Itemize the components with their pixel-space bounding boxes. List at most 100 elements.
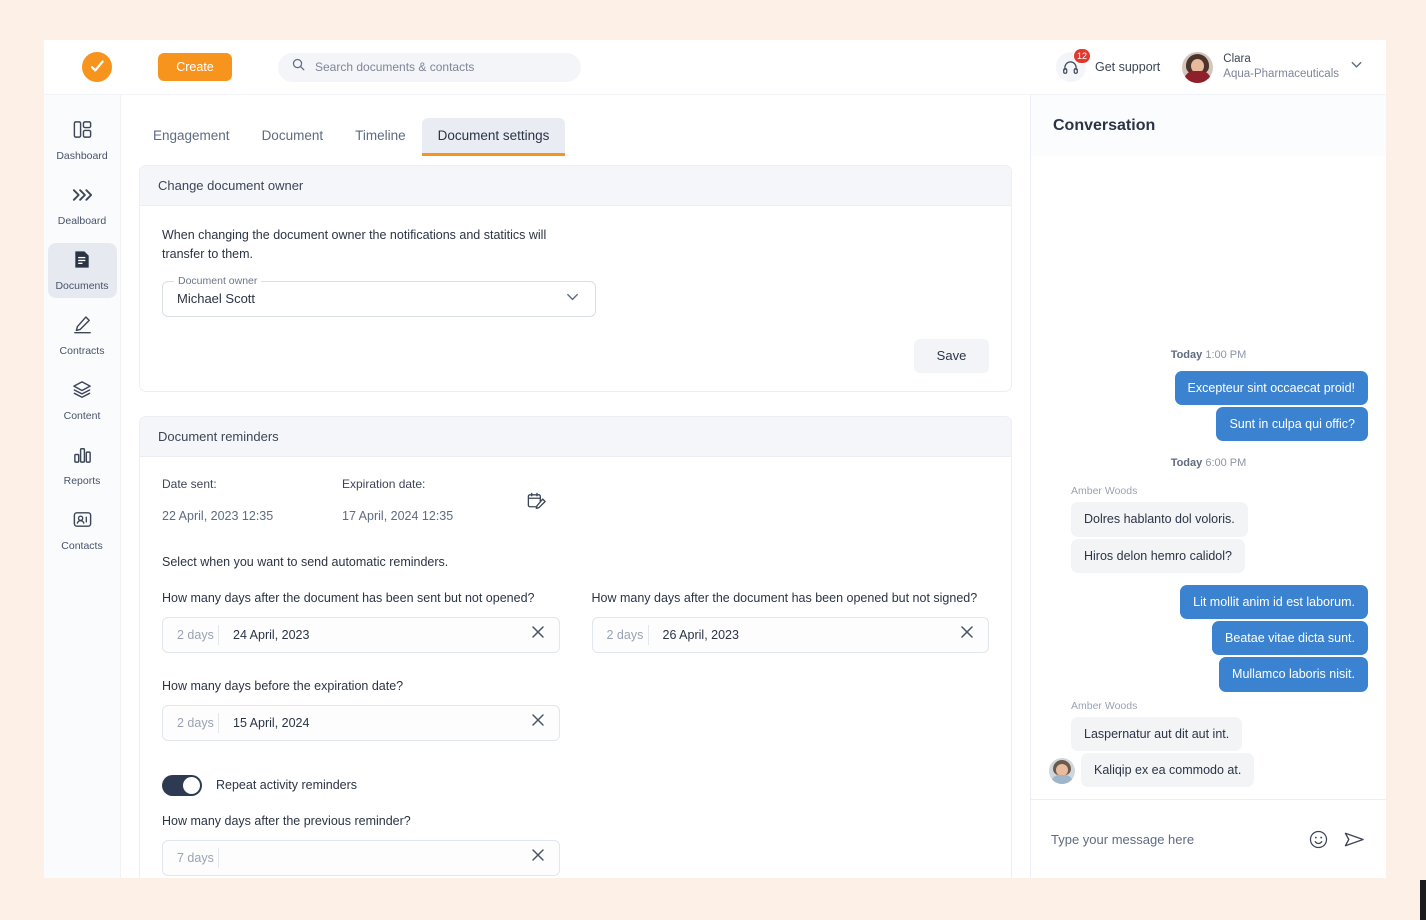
reminder-input-before-expiration[interactable]: 2 days 15 April, 2024 bbox=[162, 705, 560, 741]
document-icon bbox=[72, 249, 92, 275]
sidebar-item-contacts[interactable]: Contacts bbox=[48, 503, 117, 558]
message-row: Excepteur sint occaecat proid! bbox=[1049, 371, 1368, 405]
sidebar-item-label: Dashboard bbox=[56, 150, 107, 162]
message-row: Laspernatur aut dit aut int. bbox=[1049, 717, 1368, 751]
check-shield-logo[interactable] bbox=[82, 52, 112, 82]
message-bubble: Hiros delon hemro calidol? bbox=[1071, 539, 1245, 573]
question-label: How many days after the document has bee… bbox=[592, 591, 990, 605]
user-name: Clara bbox=[1223, 52, 1339, 67]
settings-scroll-area: Change document owner When changing the … bbox=[121, 156, 1030, 878]
message-bubble: Sunt in culpa qui offic? bbox=[1216, 407, 1368, 441]
question-label: How many days after the document has bee… bbox=[162, 591, 560, 605]
search-placeholder: Search documents & contacts bbox=[315, 60, 474, 74]
contact-card-icon bbox=[72, 509, 93, 535]
reminder-date-value: 15 April, 2024 bbox=[219, 716, 309, 730]
tab-document[interactable]: Document bbox=[246, 118, 340, 156]
reminder-input-after-previous[interactable]: 7 days bbox=[162, 840, 560, 876]
close-icon[interactable] bbox=[958, 623, 976, 646]
reminders-note: Select when you want to send automatic r… bbox=[162, 555, 989, 569]
reminder-input-opened-not-signed[interactable]: 2 days 26 April, 2023 bbox=[592, 617, 990, 653]
change-document-owner-card: Change document owner When changing the … bbox=[139, 165, 1012, 392]
message-row: Mullamco laboris nisit. bbox=[1049, 657, 1368, 691]
message-row: Hiros delon hemro calidol? bbox=[1049, 539, 1368, 573]
user-organization: Aqua-Pharmaceuticals bbox=[1223, 67, 1339, 82]
smiley-icon[interactable] bbox=[1308, 829, 1329, 850]
conversation-messages: Today 1:00 PM Excepteur sint occaecat pr… bbox=[1031, 156, 1386, 800]
document-owner-value: Michael Scott bbox=[177, 291, 255, 306]
send-icon[interactable] bbox=[1343, 829, 1366, 850]
search-icon bbox=[292, 58, 305, 76]
conversation-panel: Conversation Today 1:00 PM Excepteur sin… bbox=[1030, 95, 1386, 878]
message-timestamp: Today 6:00 PM bbox=[1049, 457, 1368, 469]
get-support-button[interactable]: 12 Get support bbox=[1056, 52, 1160, 82]
reminder-question-opened-not-signed: How many days after the document has bee… bbox=[592, 591, 990, 653]
conversation-title: Conversation bbox=[1053, 117, 1155, 135]
sidebar-item-dashboard[interactable]: Dashboard bbox=[48, 113, 117, 168]
message-row: Kaliqip ex ea commodo at. bbox=[1049, 753, 1368, 787]
calendar-edit-icon[interactable] bbox=[526, 491, 547, 517]
close-icon[interactable] bbox=[529, 846, 547, 869]
reminder-question-sent-not-opened: How many days after the document has bee… bbox=[162, 591, 560, 653]
card-title: Change document owner bbox=[140, 166, 1011, 206]
message-bubble: Excepteur sint occaecat proid! bbox=[1175, 371, 1368, 405]
message-row: Lit mollit anim id est laborum. bbox=[1049, 585, 1368, 619]
message-row: Beatae vitae dicta sunt. bbox=[1049, 621, 1368, 655]
sidebar-item-contracts[interactable]: Contracts bbox=[48, 308, 117, 363]
message-bubble: Dolres hablanto dol voloris. bbox=[1071, 502, 1248, 536]
dashboard-icon bbox=[72, 119, 93, 145]
sidebar-item-label: Documents bbox=[55, 280, 108, 292]
message-row: Dolres hablanto dol voloris. bbox=[1049, 502, 1368, 536]
expiration-date-label: Expiration date: bbox=[342, 477, 522, 491]
conversation-header: Conversation bbox=[1031, 95, 1386, 156]
screen-edge-artifact bbox=[1420, 880, 1426, 920]
get-support-label: Get support bbox=[1095, 60, 1160, 74]
pen-signature-icon bbox=[72, 314, 93, 340]
date-sent-value: 22 April, 2023 12:35 bbox=[162, 509, 342, 523]
close-icon[interactable] bbox=[529, 711, 547, 734]
expiration-date-block: Expiration date: 17 April, 2024 12:35 bbox=[342, 477, 522, 523]
app-window: Create Search documents & contacts 12 bbox=[44, 40, 1386, 878]
layers-icon bbox=[71, 379, 93, 405]
timestamp-day: Today bbox=[1171, 457, 1203, 469]
owner-description: When changing the document owner the not… bbox=[162, 226, 562, 265]
expiration-date-value: 17 April, 2024 12:35 bbox=[342, 509, 522, 523]
reminder-questions-grid: How many days after the document has bee… bbox=[162, 591, 989, 741]
document-reminders-card: Document reminders Date sent: 22 April, … bbox=[139, 416, 1012, 878]
chevrons-right-icon bbox=[71, 185, 94, 210]
support-badge: 12 bbox=[1073, 48, 1091, 64]
sidebar-item-label: Contracts bbox=[60, 345, 105, 357]
sidebar-item-documents[interactable]: Documents bbox=[48, 243, 117, 298]
days-prefix: 2 days bbox=[593, 625, 649, 645]
close-icon[interactable] bbox=[529, 623, 547, 646]
user-menu[interactable]: Clara Aqua-Pharmaceuticals bbox=[1182, 52, 1364, 83]
create-button[interactable]: Create bbox=[158, 53, 232, 81]
header-right-cluster: 12 Get support Clara Aqua-Pharmaceutical… bbox=[1056, 52, 1364, 83]
avatar bbox=[1182, 52, 1213, 83]
timestamp-time: 1:00 PM bbox=[1205, 349, 1246, 361]
days-prefix: 2 days bbox=[163, 713, 219, 733]
search-input[interactable]: Search documents & contacts bbox=[278, 53, 581, 82]
sidebar-item-reports[interactable]: Reports bbox=[48, 438, 117, 493]
reminder-input-sent-not-opened[interactable]: 2 days 24 April, 2023 bbox=[162, 617, 560, 653]
sidebar-item-label: Content bbox=[64, 410, 101, 422]
save-button[interactable]: Save bbox=[914, 339, 989, 373]
question-label: How many days after the previous reminde… bbox=[162, 814, 560, 828]
message-input[interactable]: Type your message here bbox=[1051, 832, 1294, 847]
sidebar-item-dealboard[interactable]: Dealboard bbox=[48, 178, 117, 233]
date-sent-label: Date sent: bbox=[162, 477, 342, 491]
tab-engagement[interactable]: Engagement bbox=[137, 118, 246, 156]
tab-document-settings[interactable]: Document settings bbox=[422, 118, 566, 156]
document-owner-select[interactable]: Document owner Michael Scott bbox=[162, 281, 596, 317]
tab-timeline[interactable]: Timeline bbox=[339, 118, 422, 156]
chevron-down-icon[interactable] bbox=[1349, 57, 1364, 77]
reminder-date-value: 24 April, 2023 bbox=[219, 628, 309, 642]
message-sender: Amber Woods bbox=[1071, 485, 1368, 497]
sidebar-item-label: Dealboard bbox=[58, 215, 106, 227]
tab-bar: Engagement Document Timeline Document se… bbox=[121, 95, 1030, 156]
document-owner-legend: Document owner bbox=[174, 275, 261, 287]
message-bubble: Laspernatur aut dit aut int. bbox=[1071, 717, 1242, 751]
repeat-activity-reminders-toggle[interactable] bbox=[162, 775, 202, 796]
sidebar-item-content[interactable]: Content bbox=[48, 373, 117, 428]
headset-icon: 12 bbox=[1056, 52, 1086, 82]
message-bubble: Beatae vitae dicta sunt. bbox=[1212, 621, 1368, 655]
